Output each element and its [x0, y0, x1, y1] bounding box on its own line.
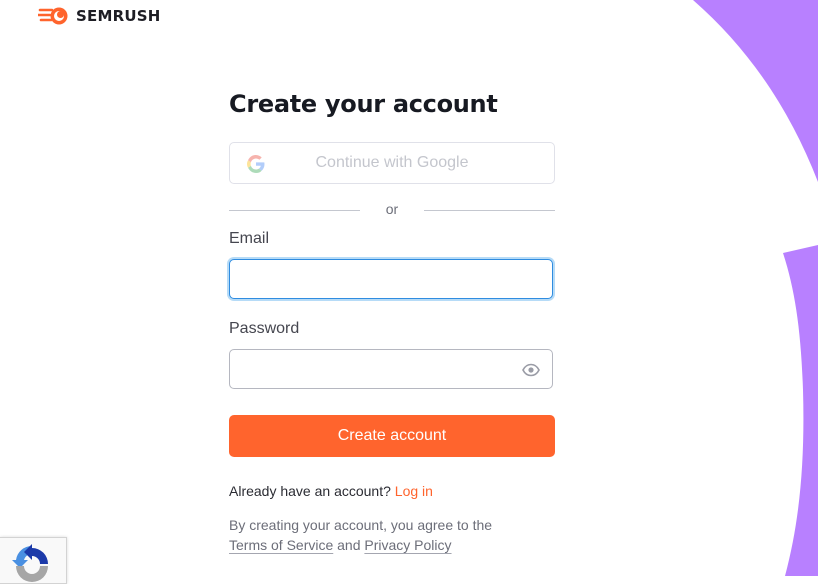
recaptcha-badge[interactable]	[0, 537, 67, 584]
login-prompt-text: Already have an account?	[229, 483, 391, 499]
terms-of-service-link[interactable]: Terms of Service	[229, 537, 333, 553]
privacy-policy-link[interactable]: Privacy Policy	[364, 537, 451, 553]
password-label: Password	[229, 320, 300, 337]
divider-text: or	[385, 201, 399, 217]
eye-icon[interactable]	[522, 363, 540, 377]
login-prompt: Already have an account? Log in	[229, 483, 433, 499]
semrush-fireball-icon	[38, 7, 68, 25]
or-divider: or	[229, 201, 555, 217]
recaptcha-icon	[12, 544, 48, 582]
email-field[interactable]	[230, 260, 530, 298]
divider-line-right	[424, 210, 555, 211]
terms-prefix: By creating your account, you agree to t…	[229, 517, 493, 533]
email-field-wrapper	[229, 259, 553, 299]
email-label: Email	[229, 230, 270, 247]
signup-form: Create your account Continue with Google…	[229, 86, 555, 553]
terms-conjunction: and	[337, 537, 361, 553]
password-field[interactable]	[230, 350, 530, 388]
continue-with-google-button[interactable]: Continue with Google	[229, 142, 555, 184]
google-g-icon	[247, 155, 265, 173]
purple-shape-top	[693, 0, 818, 182]
purple-shape-bottom	[783, 245, 818, 576]
google-button-label: Continue with Google	[315, 154, 469, 171]
login-link[interactable]: Log in	[395, 483, 433, 499]
brand-name: SEMRUSH	[76, 7, 161, 25]
terms-notice: By creating your account, you agree to t…	[229, 515, 555, 555]
password-field-wrapper	[229, 349, 553, 389]
create-account-button[interactable]: Create account	[229, 415, 555, 457]
semrush-logo[interactable]: SEMRUSH	[38, 6, 160, 26]
page-title: Create your account	[229, 90, 498, 118]
